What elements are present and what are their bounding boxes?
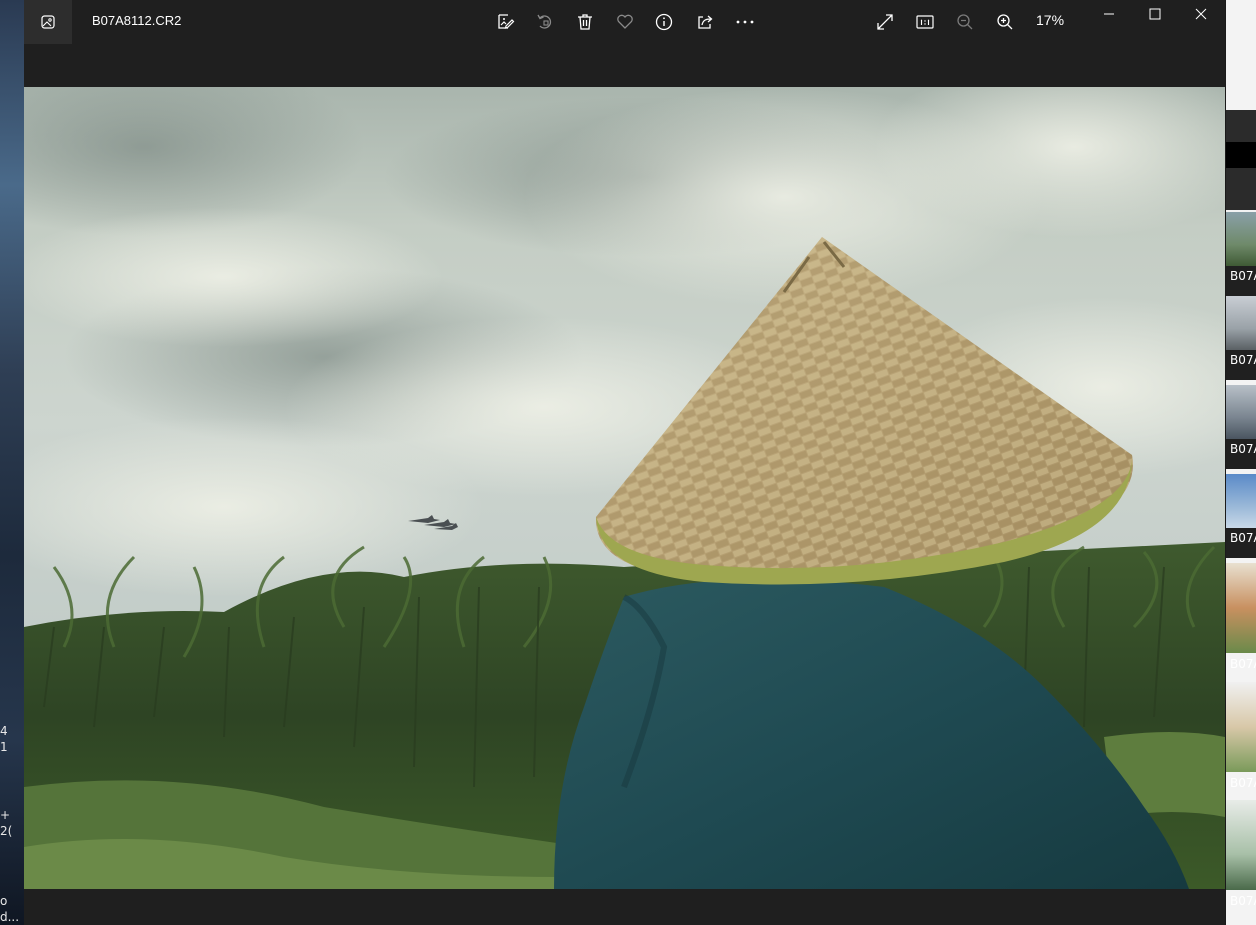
filmstrip-thumbnail[interactable]: B07A (1226, 682, 1256, 790)
thumbnail-label: B07A (1230, 442, 1256, 456)
thumbnail-label: B07A (1230, 353, 1256, 367)
delete-button[interactable] (573, 10, 597, 34)
filmstrip-thumbnail[interactable]: B07A (1226, 563, 1256, 671)
filmstrip-thumbnail[interactable]: B07A (1226, 474, 1256, 558)
thumbnail-label: B07A (1230, 657, 1256, 671)
edit-image-icon (495, 12, 515, 32)
close-button[interactable] (1178, 0, 1224, 28)
desktop-text: 1 (0, 740, 8, 754)
info-button[interactable] (652, 10, 676, 34)
zoom-level[interactable]: 17% (1036, 12, 1064, 28)
zoom-out-button[interactable] (953, 10, 977, 34)
thumbnail-label: B07A (1230, 776, 1256, 790)
fullscreen-icon (875, 12, 895, 32)
thumbnail-label: B07A (1230, 269, 1256, 283)
more-icon (735, 12, 755, 32)
zoom-in-button[interactable] (993, 10, 1017, 34)
thumbnail-image (1226, 212, 1256, 266)
filmstrip-thumbnail[interactable]: B07A (1226, 800, 1256, 908)
share-icon (695, 12, 715, 32)
minimize-button[interactable] (1086, 0, 1132, 28)
share-button[interactable] (693, 10, 717, 34)
desktop-text: 4 (0, 724, 8, 738)
zoom-in-icon (995, 12, 1015, 32)
filmstrip-thumbnail[interactable]: B07A (1226, 296, 1256, 380)
thumbnail-image (1226, 296, 1256, 350)
thumbnail-image (1226, 682, 1256, 772)
thumbnail-image (1226, 563, 1256, 653)
actual-size-button[interactable] (913, 10, 937, 34)
close-icon (1195, 8, 1207, 20)
edit-image-button[interactable] (493, 10, 517, 34)
delete-icon (575, 12, 595, 32)
thumbnail-image (1226, 385, 1256, 439)
filmstrip-thumbnail[interactable]: B07A (1226, 385, 1256, 469)
file-name: B07A8112.CR2 (92, 13, 182, 28)
displayed-photo[interactable] (24, 87, 1225, 889)
info-icon (654, 12, 674, 32)
rotate-icon (535, 12, 555, 32)
more-options-button[interactable] (733, 10, 757, 34)
maximize-button[interactable] (1132, 0, 1178, 28)
minimize-icon (1103, 8, 1115, 20)
photos-icon (40, 14, 56, 30)
filmstrip-thumbnail[interactable]: B07A (1226, 212, 1256, 296)
app-button[interactable] (24, 0, 72, 44)
desktop-text: d... (0, 910, 20, 924)
thumbnail-image (1226, 474, 1256, 528)
desktop-text: + (0, 808, 11, 822)
background-bar (1226, 142, 1256, 168)
favorite-icon (615, 12, 635, 32)
desktop-text: o (0, 894, 8, 908)
rotate-button[interactable] (533, 10, 557, 34)
title-bar: B07A8112.CR2 17% (24, 0, 1225, 44)
zoom-out-icon (955, 12, 975, 32)
thumbnail-label: B07A (1230, 531, 1256, 545)
desktop-background-left: 4 1 + 2( o d... (0, 0, 24, 925)
thumbnail-label: B07A (1230, 894, 1256, 908)
maximize-icon (1149, 8, 1161, 20)
desktop-text: 2( (0, 824, 13, 838)
photo-viewer-window: B07A8112.CR2 17% (24, 0, 1225, 925)
favorite-button[interactable] (613, 10, 637, 34)
thumbnail-image (1226, 800, 1256, 890)
background-window-right: B07A B07A B07A B07A B07A B07A B07A (1226, 0, 1256, 925)
actual-size-icon (915, 12, 935, 32)
fullscreen-button[interactable] (873, 10, 897, 34)
